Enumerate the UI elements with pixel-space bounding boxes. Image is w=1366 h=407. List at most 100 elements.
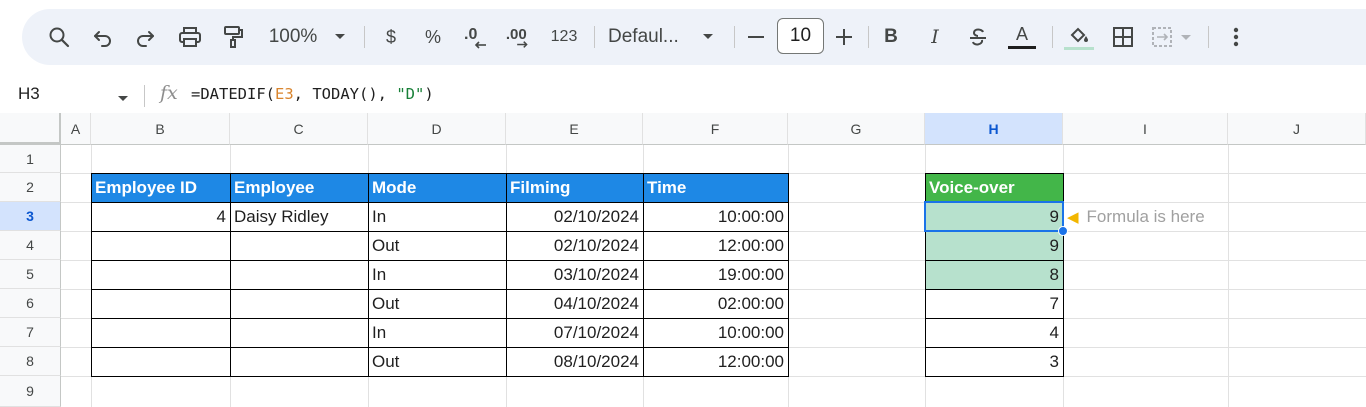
table-cell[interactable]: In <box>368 260 506 289</box>
row-header-7[interactable]: 7 <box>0 318 61 347</box>
table-cell[interactable]: 10:00:00 <box>643 202 788 231</box>
redo-icon[interactable] <box>130 9 160 65</box>
row-header-6[interactable]: 6 <box>0 289 61 318</box>
fx-icon: fx <box>160 82 178 104</box>
row-header-2[interactable]: 2 <box>0 173 61 202</box>
column-header-c[interactable]: C <box>230 113 368 145</box>
table-header-cell[interactable]: Filming <box>506 173 643 202</box>
gridline-horizontal <box>61 376 1366 377</box>
more-formats-button[interactable]: 123 <box>546 9 582 65</box>
table-cell[interactable]: 07/10/2024 <box>506 318 643 347</box>
column-header-i[interactable]: I <box>1063 113 1228 145</box>
table-cell[interactable]: 04/10/2024 <box>506 289 643 318</box>
row-header-9[interactable]: 9 <box>0 376 61 407</box>
table-cell[interactable]: Out <box>368 231 506 260</box>
table-cell[interactable] <box>230 231 368 260</box>
table-cell[interactable] <box>91 260 230 289</box>
currency-label: $ <box>385 26 396 47</box>
undo-icon[interactable] <box>88 9 118 65</box>
voiceover-cell[interactable]: 9 <box>925 202 1063 231</box>
format-currency-button[interactable]: $ <box>378 9 404 65</box>
formula-mid: , TODAY(), <box>293 85 397 103</box>
table-cell[interactable]: 12:00:00 <box>643 347 788 376</box>
table-cell[interactable] <box>91 231 230 260</box>
voiceover-cell[interactable]: 4 <box>925 318 1063 347</box>
column-header-b[interactable]: B <box>91 113 230 145</box>
font-name: Defaul... <box>608 26 679 47</box>
toolbar-divider <box>364 26 365 48</box>
formula-bar: H3 fx =DATEDIF(E3, TODAY(), "D") <box>0 77 1366 113</box>
font-size-value: 10 <box>789 25 812 46</box>
table-cell[interactable]: 12:00:00 <box>643 231 788 260</box>
zoom-select[interactable]: 100% <box>262 9 324 65</box>
font-size-input[interactable]: 10 <box>777 18 824 54</box>
table-header-cell[interactable]: Mode <box>368 173 506 202</box>
formula-prefix: =DATEDIF( <box>191 85 275 103</box>
formula-note: ◀ Formula is here <box>1067 202 1205 231</box>
voiceover-header-cell[interactable]: Voice-over <box>925 173 1063 202</box>
table-cell[interactable]: 02:00:00 <box>643 289 788 318</box>
font-select[interactable]: Defaul... <box>608 9 688 65</box>
voiceover-cell[interactable]: 7 <box>925 289 1063 318</box>
paint-format-icon[interactable] <box>218 9 248 65</box>
percent-label: % <box>424 26 441 47</box>
row-header-4[interactable]: 4 <box>0 231 61 260</box>
table-cell[interactable] <box>230 260 368 289</box>
table-cell[interactable]: 08/10/2024 <box>506 347 643 376</box>
table-cell[interactable]: 19:00:00 <box>643 260 788 289</box>
search-menus-icon[interactable] <box>44 9 74 65</box>
table-cell[interactable] <box>230 318 368 347</box>
column-header-j[interactable]: J <box>1228 113 1366 145</box>
table-cell[interactable]: Out <box>368 347 506 376</box>
table-header-cell[interactable]: Employee ID <box>91 173 230 202</box>
table-cell[interactable]: 03/10/2024 <box>506 260 643 289</box>
row-header-5[interactable]: 5 <box>0 260 61 289</box>
table-cell[interactable]: Out <box>368 289 506 318</box>
row-header-1[interactable]: 1 <box>0 145 61 173</box>
format-percent-button[interactable]: % <box>420 9 446 65</box>
voiceover-cell[interactable]: 3 <box>925 347 1063 376</box>
table-cell[interactable] <box>91 347 230 376</box>
font-dropdown-icon[interactable] <box>698 9 718 65</box>
formula-cell-reference: E3 <box>275 85 294 103</box>
voiceover-cell[interactable]: 9 <box>925 231 1063 260</box>
print-icon[interactable] <box>174 9 206 65</box>
increase-decimal-label: .00 <box>506 26 527 43</box>
gridline-vertical <box>1228 145 1229 407</box>
table-cell[interactable]: Daisy Ridley <box>230 202 368 231</box>
table-cell[interactable]: In <box>368 202 506 231</box>
column-header-e[interactable]: E <box>506 113 643 145</box>
column-header-f[interactable]: F <box>643 113 788 145</box>
decrease-decimal-button[interactable]: .0 <box>462 9 492 65</box>
table-cell[interactable] <box>230 289 368 318</box>
row-header-8[interactable]: 8 <box>0 347 61 376</box>
formula-input[interactable]: =DATEDIF(E3, TODAY(), "D") <box>191 85 434 103</box>
table-cell[interactable] <box>230 347 368 376</box>
name-box-dropdown-icon[interactable] <box>117 90 129 108</box>
column-header-h[interactable]: H <box>925 113 1063 145</box>
table-cell[interactable]: 02/10/2024 <box>506 231 643 260</box>
column-header-d[interactable]: D <box>368 113 506 145</box>
pointing-hand-icon: ◀ <box>1067 208 1079 226</box>
increase-decimal-button[interactable]: .00 <box>504 9 536 65</box>
select-all-corner[interactable] <box>0 113 61 145</box>
row-header-3[interactable]: 3 <box>0 202 61 231</box>
name-box[interactable]: H3 <box>18 84 40 104</box>
zoom-dropdown-icon[interactable] <box>330 9 350 65</box>
table-header-cell[interactable]: Time <box>643 173 788 202</box>
table-cell[interactable]: 10:00:00 <box>643 318 788 347</box>
column-header-a[interactable]: A <box>61 113 91 145</box>
table-cell[interactable]: In <box>368 318 506 347</box>
toolbar: 100% $ % .0 .00 123 Defaul... <box>22 9 1366 65</box>
table-cell[interactable]: 02/10/2024 <box>506 202 643 231</box>
table-cell[interactable] <box>91 318 230 347</box>
table-cell[interactable]: 4 <box>91 202 230 231</box>
decrease-font-size-icon[interactable] <box>744 9 768 65</box>
voiceover-cell[interactable]: 8 <box>925 260 1063 289</box>
spreadsheet-grid[interactable]: A B C D E F G H I J 1 2 3 4 5 6 7 8 9 Employee ID Employee Mo… <box>0 113 1366 407</box>
table-cell[interactable] <box>91 289 230 318</box>
column-header-g[interactable]: G <box>788 113 925 145</box>
toolbar-divider <box>734 26 735 48</box>
formula-note-text: Formula is here <box>1086 206 1205 226</box>
table-header-cell[interactable]: Employee <box>230 173 368 202</box>
